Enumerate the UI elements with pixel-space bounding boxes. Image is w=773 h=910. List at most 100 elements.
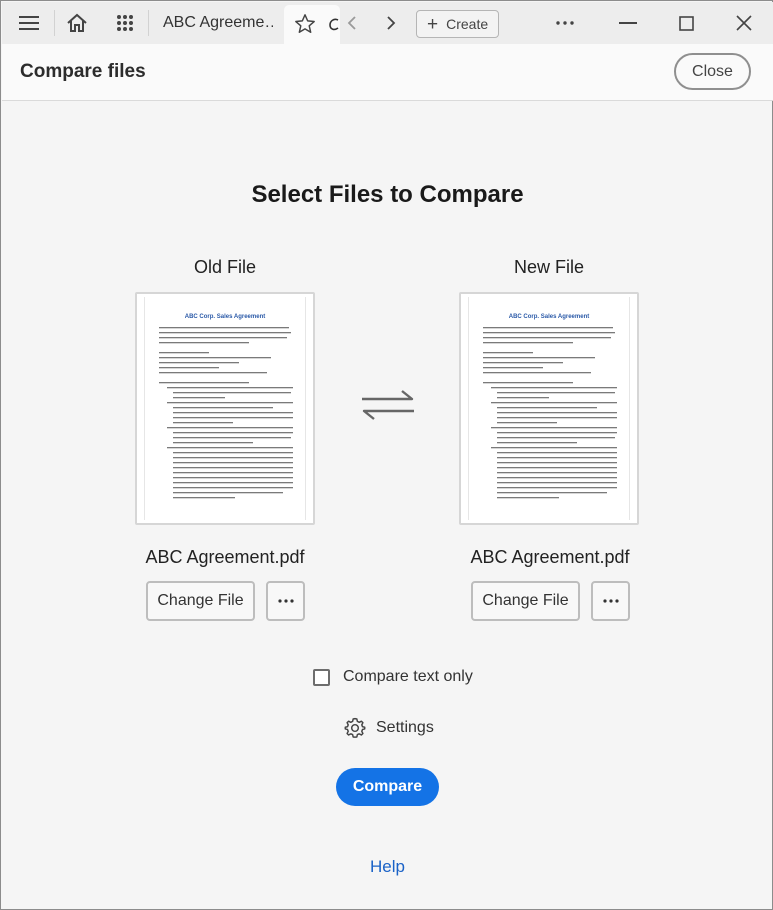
preview-text-line — [173, 457, 293, 459]
preview-text-line — [497, 412, 617, 414]
preview-text-line — [173, 432, 293, 434]
preview-text-line — [159, 367, 219, 369]
home-icon[interactable] — [60, 2, 94, 44]
active-tab[interactable] — [284, 5, 340, 44]
maximize-icon[interactable] — [671, 2, 701, 44]
preview-text-line — [483, 332, 615, 334]
preview-text-line — [173, 437, 291, 439]
preview-text-line — [159, 357, 271, 359]
minimize-icon[interactable] — [613, 2, 643, 44]
preview-text-line — [497, 442, 577, 444]
preview-text-line — [173, 482, 293, 484]
section-title: Select Files to Compare — [251, 181, 524, 208]
preview-text-line — [483, 382, 573, 384]
new-file-thumbnail[interactable]: ABC Corp. Sales Agreement — [459, 292, 639, 525]
menu-icon[interactable] — [10, 2, 48, 44]
preview-text-line — [497, 417, 617, 419]
compare-text-only-option[interactable]: Compare text only — [313, 668, 473, 686]
help-link[interactable]: Help — [1, 857, 773, 877]
preview-text-line — [173, 452, 293, 454]
preview-text-line — [167, 387, 293, 389]
preview-text-line — [497, 492, 607, 494]
preview-text-line — [159, 362, 239, 364]
preview-text-line — [497, 452, 617, 454]
preview-text-line — [497, 457, 617, 459]
compare-text-only-checkbox[interactable] — [313, 668, 330, 686]
gear-icon — [344, 717, 366, 738]
tab-text-fragment — [328, 15, 340, 38]
chevron-left-icon[interactable] — [340, 2, 364, 44]
preview-text-line — [483, 342, 573, 344]
preview-text-line — [167, 402, 293, 404]
preview-text-line — [483, 352, 533, 354]
new-file-label: New File — [513, 257, 584, 277]
preview-text-line — [491, 447, 617, 449]
preview-text-line — [173, 422, 233, 424]
document-text-preview — [159, 327, 293, 499]
preview-text-line — [483, 362, 563, 364]
divider — [54, 10, 55, 36]
help-link-label[interactable]: Help — [370, 857, 405, 876]
preview-text-line — [173, 397, 225, 399]
preview-text-line — [483, 337, 611, 339]
divider — [148, 10, 149, 36]
preview-text-line — [173, 462, 293, 464]
more-icon — [602, 599, 619, 603]
preview-text-line — [491, 387, 617, 389]
create-button[interactable]: + Create — [416, 10, 499, 38]
preview-text-line — [173, 492, 283, 494]
old-file-name: ABC Agreement.pdf — [145, 547, 305, 567]
preview-text-line — [497, 467, 617, 469]
old-file-thumbnail[interactable]: ABC Corp. Sales Agreement — [135, 292, 315, 525]
plus-icon: + — [427, 13, 439, 35]
new-change-file-button[interactable]: Change File — [471, 581, 580, 621]
preview-text-line — [159, 332, 291, 334]
new-file-name: ABC Agreement.pdf — [470, 547, 630, 567]
preview-text-line — [159, 337, 287, 339]
old-change-file-button[interactable]: Change File — [146, 581, 255, 621]
preview-text-line — [173, 472, 293, 474]
preview-text-line — [159, 327, 289, 329]
compare-text-only-label: Compare text only — [343, 668, 473, 685]
chevron-right-icon[interactable] — [379, 2, 403, 44]
preview-text-line — [173, 497, 235, 499]
page-title: Compare files — [20, 61, 146, 82]
panel-header: Compare files Close — [2, 44, 773, 101]
preview-text-line — [173, 477, 293, 479]
preview-text-line — [173, 392, 291, 394]
old-file-more-button[interactable] — [266, 581, 305, 621]
preview-text-line — [483, 367, 543, 369]
preview-text-line — [483, 372, 591, 374]
document-text-preview — [483, 327, 617, 499]
create-button-label: Create — [446, 16, 489, 32]
star-icon[interactable] — [290, 5, 320, 43]
preview-text-line — [159, 372, 267, 374]
preview-text-line — [167, 427, 293, 429]
preview-text-line — [497, 407, 597, 409]
preview-text-line — [497, 482, 617, 484]
preview-text-line — [497, 487, 617, 489]
more-icon — [277, 599, 294, 603]
app-window: ABC Agreeme… + Create Compare files Clos… — [0, 0, 773, 910]
preview-text-line — [497, 422, 557, 424]
preview-text-line — [497, 477, 617, 479]
preview-text-line — [497, 462, 617, 464]
preview-text-line — [497, 432, 617, 434]
compare-button[interactable]: Compare — [336, 768, 439, 806]
title-bar: ABC Agreeme… + Create — [2, 2, 773, 44]
preview-text-line — [497, 397, 549, 399]
new-file-more-button[interactable] — [591, 581, 630, 621]
document-tab[interactable]: ABC Agreeme… — [163, 14, 273, 32]
swap-files-icon[interactable] — [360, 387, 416, 428]
window-close-icon[interactable] — [729, 2, 759, 44]
settings-link[interactable]: Settings — [344, 717, 434, 739]
close-button[interactable]: Close — [674, 53, 751, 90]
settings-label: Settings — [376, 719, 434, 736]
apps-grid-icon[interactable] — [108, 2, 142, 44]
preview-text-line — [497, 497, 559, 499]
preview-text-line — [497, 437, 615, 439]
preview-text-line — [173, 442, 253, 444]
preview-text-line — [173, 417, 293, 419]
more-options-icon[interactable] — [550, 2, 580, 44]
preview-text-line — [483, 327, 613, 329]
